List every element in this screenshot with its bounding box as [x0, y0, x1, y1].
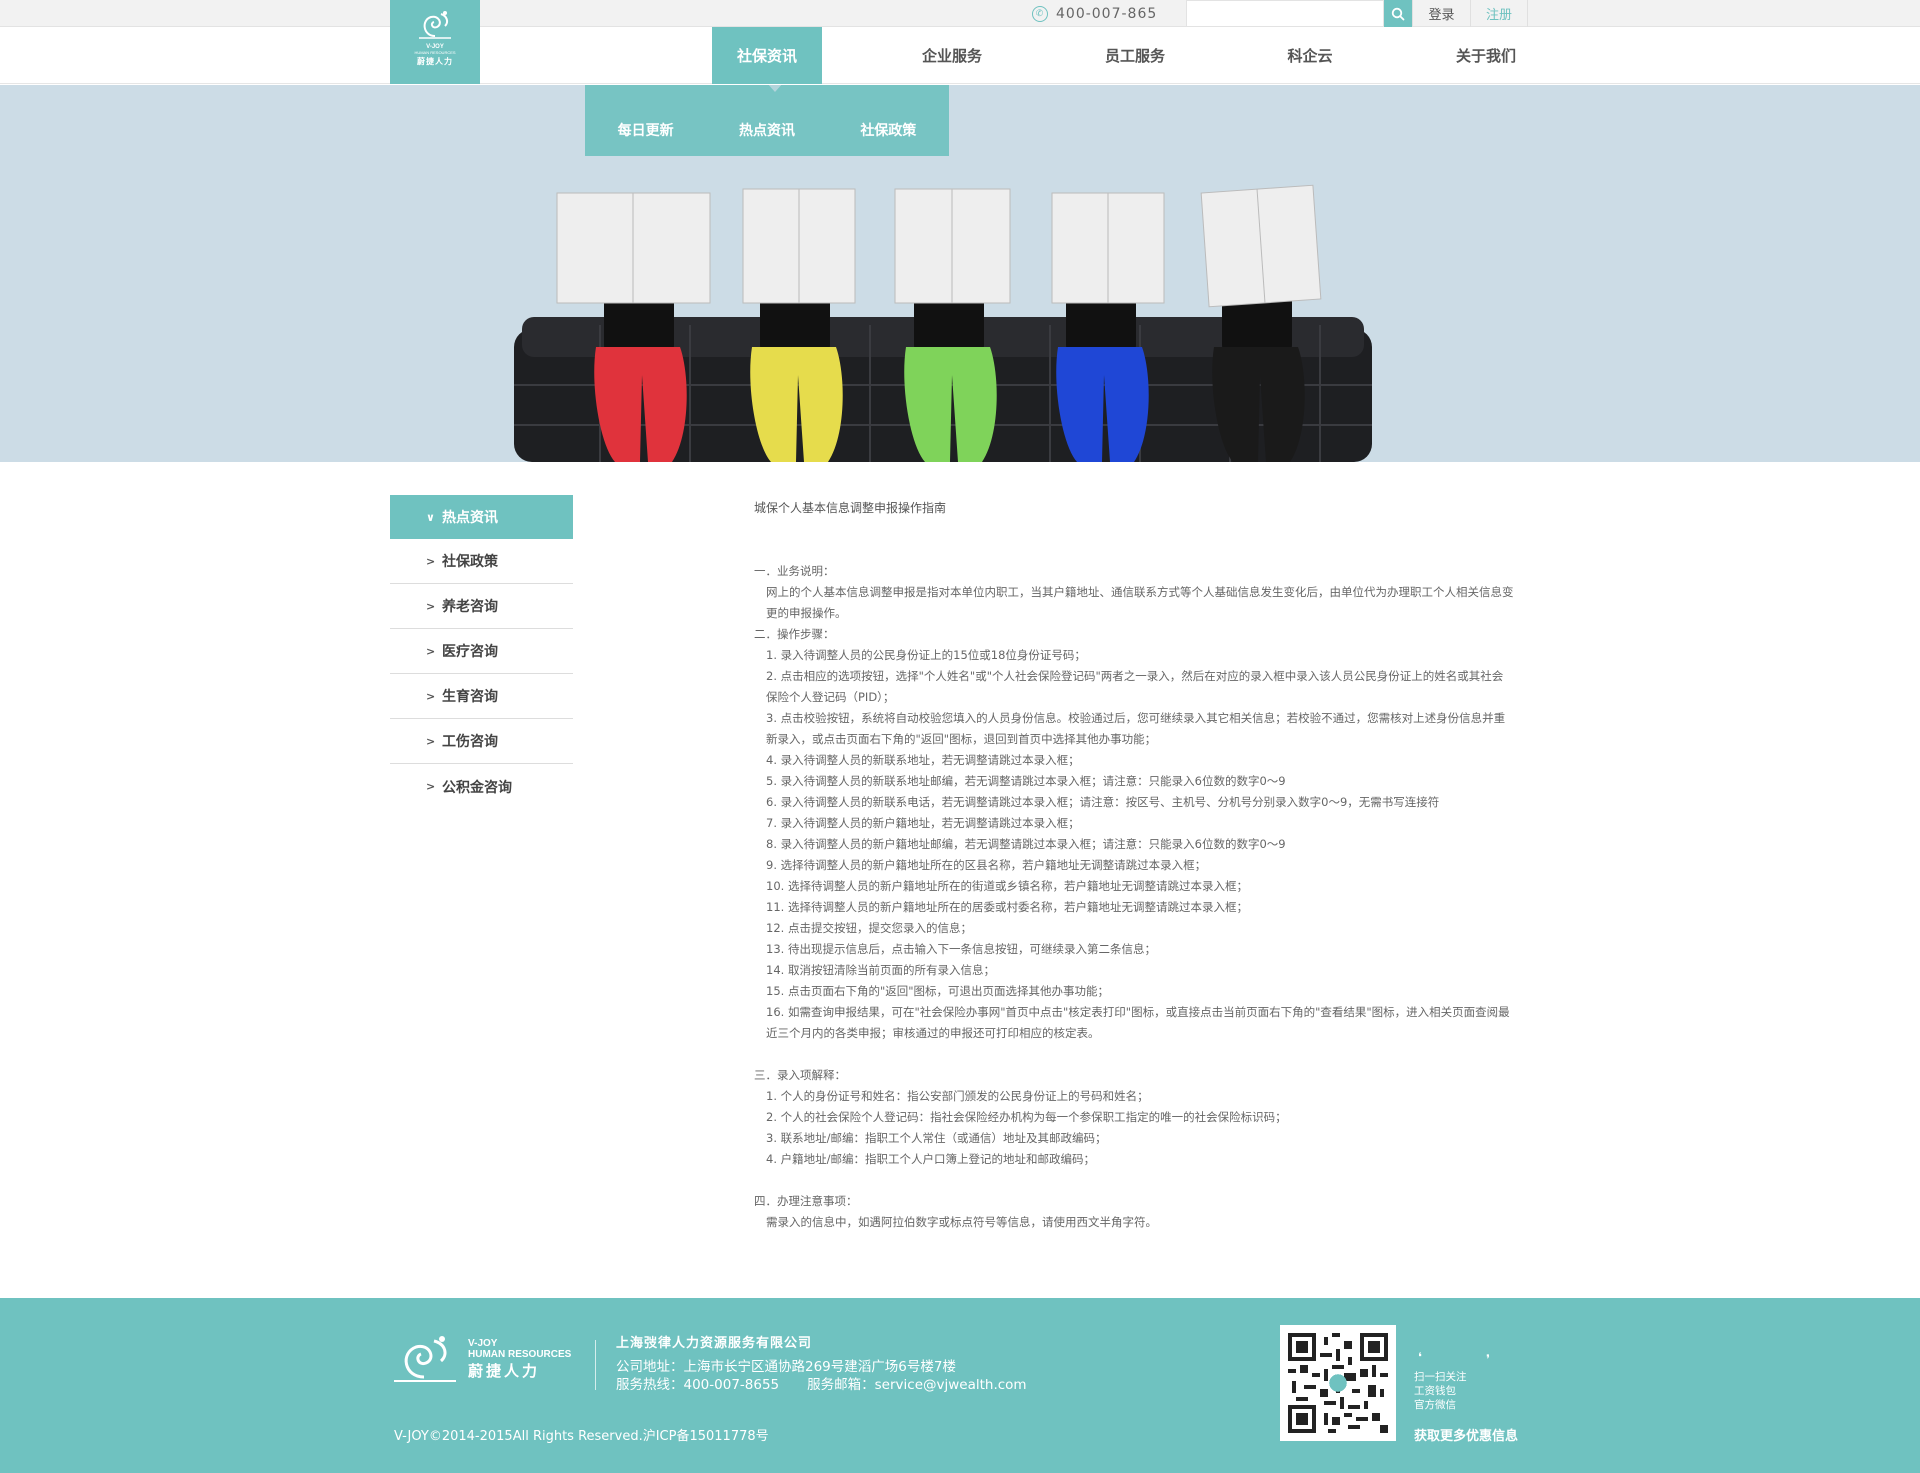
- more-offers-link[interactable]: 获取更多优惠信息: [1414, 1425, 1518, 1444]
- search-button[interactable]: [1384, 0, 1412, 27]
- step-item: 7. 录入待调整人员的新户籍地址，若无调整请跳过本录入框；: [766, 816, 1080, 830]
- nav-item-enterprise-services[interactable]: 企业服务: [890, 27, 1014, 84]
- footer-logo[interactable]: V-JOY HUMAN RESOURCES 蔚捷人力: [390, 1330, 580, 1388]
- sidebar-item-maternity[interactable]: > 生育咨询: [390, 674, 573, 719]
- definition-item: 4. 户籍地址/邮编：指职工个人户口簿上登记的地址和邮政编码；: [766, 1152, 1095, 1166]
- site-logo[interactable]: V-JOY HUMAN RESOURCES 蔚捷人力: [390, 0, 480, 84]
- step-item: 5. 录入待调整人员的新联系地址邮编，若无调整请跳过本录入框；请注意：只能录入6…: [766, 774, 1286, 788]
- footer-logo-en: V-JOY: [468, 1338, 498, 1350]
- step-item: 4. 录入待调整人员的新联系地址，若无调整请跳过本录入框；: [766, 753, 1080, 767]
- login-link[interactable]: 登录: [1412, 0, 1470, 27]
- step-item: 9. 选择待调整人员的新户籍地址所在的区县名称，若户籍地址无调整请跳过本录入框；: [766, 858, 1207, 872]
- chevron-right-icon: >: [426, 599, 436, 613]
- nav-dropdown: 每日更新 热点资讯 社保政策: [585, 85, 949, 156]
- step-item: 2. 点击相应的选项按钮，选择"个人姓名"或"个人社会保险登记码"两者之一录入，…: [766, 669, 1504, 704]
- section-title: 三．录入项解释：: [754, 1068, 846, 1082]
- qr-caption-line: 官方微信: [1414, 1399, 1456, 1411]
- definition-item: 1. 个人的身份证号和姓名：指公安部门颁发的公民身份证上的号码和姓名；: [766, 1089, 1149, 1103]
- chevron-right-icon: >: [426, 554, 436, 568]
- qr-caption-line: 扫一扫关注: [1414, 1371, 1467, 1383]
- service-email[interactable]: 服务邮箱：service@vjwealth.com: [807, 1377, 1026, 1393]
- sidebar-item-policy[interactable]: > 社保政策: [390, 539, 573, 584]
- logo-mark-icon: [394, 1336, 456, 1382]
- dropdown-item-policy[interactable]: 社保政策: [828, 102, 949, 140]
- sidebar-item-medical[interactable]: > 医疗咨询: [390, 629, 573, 674]
- sidebar-item-label: 社保政策: [442, 554, 498, 570]
- sidebar-item-label: 公积金咨询: [442, 779, 512, 796]
- step-item: 14. 取消按钮清除当前页面的所有录入信息；: [766, 963, 995, 977]
- copyright: V-JOY©2014-2015All Rights Reserved.沪ICP备…: [394, 1429, 769, 1444]
- section-title: 四．办理注意事项：: [754, 1194, 858, 1208]
- footer-divider: [595, 1340, 596, 1390]
- qr-caption-line: 工资钱包: [1414, 1385, 1456, 1397]
- footer-logo-sub: HUMAN RESOURCES: [468, 1349, 572, 1361]
- top-bar: ✆ 400-007-865 登录 注册: [0, 0, 1920, 27]
- wechat-qr-code: [1280, 1325, 1396, 1441]
- step-item: 11. 选择待调整人员的新户籍地址所在的居委或村委名称，若户籍地址无调整请跳过本…: [766, 900, 1248, 914]
- nav-item-about-us[interactable]: 关于我们: [1424, 27, 1548, 84]
- chevron-right-icon: >: [426, 689, 436, 703]
- step-item: 8. 录入待调整人员的新户籍地址邮编，若无调整请跳过本录入框；请注意：只能录入6…: [766, 837, 1286, 851]
- main-nav: 社保资讯 企业服务 员工服务 科企云 关于我们: [0, 27, 1920, 84]
- step-item: 16. 如需查询申报结果，可在"社会保险办事网"首页中点击"核定表打印"图标，或…: [766, 1005, 1510, 1040]
- company-contact: 服务热线：400-007-8655 服务邮箱：service@vjwealth.c…: [616, 1373, 1027, 1393]
- dropdown-item-daily-update[interactable]: 每日更新: [585, 102, 706, 140]
- article-title: 城保个人基本信息调整申报操作指南: [754, 501, 947, 515]
- logo-sub: HUMAN RESOURCES: [414, 50, 456, 55]
- sidebar: ∨ 热点资讯 > 社保政策 > 养老咨询 > 医疗咨询 > 生育咨询 > 工伤咨…: [390, 495, 573, 809]
- sidebar-item-pension[interactable]: > 养老咨询: [390, 584, 573, 629]
- section-body: 网上的个人基本信息调整申报是指对本单位内职工，当其户籍地址、通信联系方式等个人基…: [766, 585, 1514, 620]
- company-name: 上海弢律人力资源服务有限公司: [616, 1336, 813, 1351]
- leaf-icon: ❜: [1486, 1352, 1490, 1366]
- definition-item: 2. 个人的社会保险个人登记码：指社会保险经办机构为每一个参保职工指定的唯一的社…: [766, 1110, 1287, 1124]
- search-input[interactable]: [1186, 0, 1384, 27]
- footer-logo-cn: 蔚捷人力: [468, 1362, 541, 1381]
- sidebar-item-housing-fund[interactable]: > 公积金咨询: [390, 764, 573, 809]
- step-item: 3. 点击校验按钮，系统将自动校验您填入的人员身份信息。校验通过后，您可继续录入…: [766, 711, 1506, 746]
- service-hotline: 服务热线：400-007-8655: [616, 1377, 780, 1393]
- logo-mark-icon: [419, 11, 451, 39]
- qr-caption: 扫一扫关注 工资钱包 官方微信: [1414, 1370, 1467, 1412]
- sidebar-item-work-injury[interactable]: > 工伤咨询: [390, 719, 573, 764]
- section-title: 一．业务说明：: [754, 564, 835, 578]
- chevron-right-icon: >: [426, 734, 436, 748]
- step-item: 1. 录入待调整人员的公民身份证上的15位或18位身份证号码；: [766, 648, 1086, 662]
- banner-image: [514, 184, 1372, 462]
- dropdown-item-hot-news[interactable]: 热点资讯: [706, 102, 827, 140]
- article: 城保个人基本信息调整申报操作指南 一．业务说明： 网上的个人基本信息调整申报是指…: [754, 498, 1514, 1233]
- leaf-icon: ❛: [1418, 1350, 1422, 1364]
- phone-icon: ✆: [1032, 5, 1048, 22]
- step-item: 10. 选择待调整人员的新户籍地址所在的街道或乡镇名称，若户籍地址无调整请跳过本…: [766, 879, 1248, 893]
- chevron-right-icon: >: [426, 644, 436, 658]
- register-link[interactable]: 注册: [1470, 0, 1528, 27]
- step-item: 13. 待出现提示信息后，点击输入下一条信息按钮，可继续录入第二条信息；: [766, 942, 1156, 956]
- nav-item-social-security-news[interactable]: 社保资讯: [712, 27, 822, 84]
- hotline: ✆ 400-007-865: [1032, 0, 1157, 27]
- step-item: 6. 录入待调整人员的新联系电话，若无调整请跳过本录入框；请注意：按区号、主机号…: [766, 795, 1440, 809]
- chevron-down-icon: ∨: [426, 510, 435, 524]
- definition-item: 3. 联系地址/邮编：指职工个人常住（或通信）地址及其邮政编码；: [766, 1131, 1107, 1145]
- qr-code-icon: [1288, 1333, 1388, 1433]
- banner: 每日更新 热点资讯 社保政策: [0, 85, 1920, 462]
- sidebar-item-label: 医疗咨询: [442, 644, 498, 660]
- section-title: 二．操作步骤：: [754, 627, 835, 641]
- chevron-right-icon: >: [426, 780, 436, 793]
- sidebar-head-label: 热点资讯: [442, 510, 498, 526]
- hotline-number: 400-007-865: [1056, 5, 1158, 22]
- logo-cn: 蔚捷人力: [417, 57, 453, 66]
- footer: V-JOY HUMAN RESOURCES 蔚捷人力 上海弢律人力资源服务有限公…: [0, 1298, 1920, 1473]
- nav-item-employee-services[interactable]: 员工服务: [1073, 27, 1197, 84]
- step-item: 12. 点击提交按钮，提交您录入的信息；: [766, 921, 972, 935]
- nav-item-keqiyun[interactable]: 科企云: [1248, 27, 1372, 84]
- company-address: 公司地址：上海市长宁区通协路269号建滔广场6号楼7楼: [616, 1359, 956, 1375]
- dropdown-arrow-icon: [767, 85, 783, 92]
- step-item: 15. 点击页面右下角的"返回"图标，可退出页面选择其他办事功能；: [766, 984, 1110, 998]
- sidebar-item-label: 生育咨询: [442, 689, 498, 705]
- sidebar-item-label: 工伤咨询: [442, 734, 498, 750]
- sidebar-head-hot-news[interactable]: ∨ 热点资讯: [390, 495, 573, 539]
- section-body: 需录入的信息中，如遇阿拉伯数字或标点符号等信息，请使用西文半角字符。: [766, 1215, 1157, 1229]
- search-icon: [1391, 7, 1405, 20]
- sidebar-item-label: 养老咨询: [442, 599, 498, 615]
